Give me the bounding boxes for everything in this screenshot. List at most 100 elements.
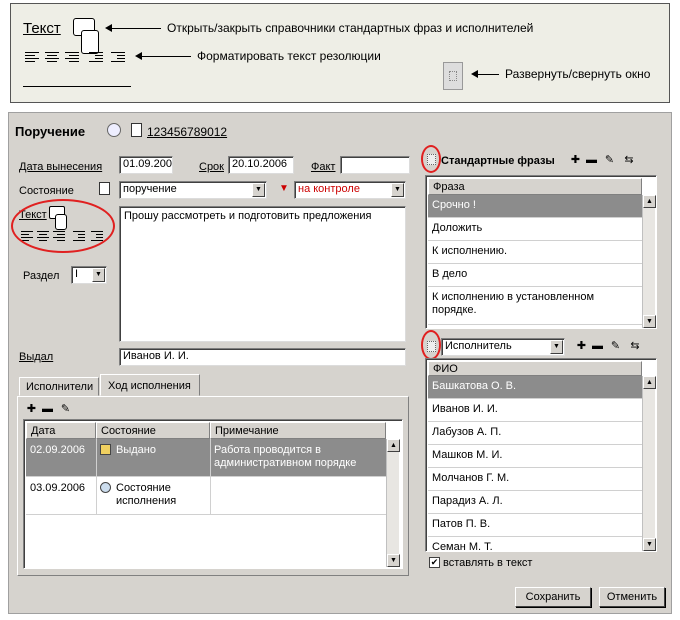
chevron-down-icon[interactable]: ▼ [550,340,563,354]
legend-underline [23,86,131,87]
list-item[interactable]: Парадиз А. Л. [428,491,642,514]
scroll-up-icon[interactable]: ▲ [643,195,656,208]
section-select[interactable]: I ▼ [71,266,107,284]
scroll-up-icon[interactable]: ▲ [387,439,400,452]
issue-date-value: 01.09.2006 [123,158,173,170]
insert-in-text-label: вставлять в текст [443,557,533,569]
remove-icon[interactable]: ▬ [591,340,604,353]
state-select[interactable]: поручение ▼ [119,181,267,199]
outdent-icon [89,50,103,62]
due-label: Срок [199,161,224,173]
page-title: Поручение [15,124,86,139]
list-item[interactable]: Патов П. В. [428,514,642,537]
phrases-title: Стандартные фразы [441,155,555,167]
remove-icon[interactable]: ▬ [41,403,54,416]
sort-icon[interactable]: ⇆ [627,340,643,353]
list-item[interactable]: Машков М. И. [428,445,642,468]
fact-field[interactable] [340,156,410,174]
resolution-text: Прошу рассмотреть и подготовить предложе… [124,210,372,222]
section-select-value: I [75,268,79,280]
cancel-button[interactable]: Отменить [599,587,665,607]
row-state: Выдано [116,444,156,456]
row-date: 02.09.2006 [30,444,86,456]
scroll-down-icon[interactable]: ▼ [643,538,656,551]
flag-icon: ▼ [279,183,289,194]
align-center-icon [45,50,59,62]
scroll-down-icon[interactable]: ▼ [387,554,400,567]
column-header[interactable]: Фраза [428,178,642,195]
list-item[interactable]: Семан М. Т. [428,537,642,551]
issue-date-field[interactable]: 01.09.2006 [119,156,173,174]
scrollbar[interactable]: ▲ ▼ [642,195,656,328]
column-divider [210,439,211,515]
list-item[interactable]: Башкатова О. В. [428,376,642,399]
chevron-down-icon[interactable]: ▼ [252,183,265,197]
progress-table: Дата Состояние Примечание 02.09.2006 Выд… [23,419,403,569]
doc-number-link[interactable]: 123456789012 [147,125,227,139]
list-item[interactable]: Иванов И. И. [428,399,642,422]
control-select-value: на контроле [298,183,360,195]
chevron-down-icon[interactable]: ▼ [92,268,105,282]
list-item[interactable]: В дело [428,264,642,287]
save-button-label: Сохранить [525,591,581,603]
scrollbar[interactable]: ▲ ▼ [642,376,656,551]
edit-record-icon[interactable]: ✎ [609,340,622,353]
sort-icon[interactable]: ⇆ [621,154,637,167]
arrow-line [141,56,191,57]
issued-field[interactable]: Иванов И. И. [119,348,406,366]
document-icon [131,123,142,137]
row-date: 03.09.2006 [30,482,86,494]
add-icon[interactable]: ✚ [25,403,38,416]
highlight-ellipse [421,145,441,173]
edit-icon[interactable] [107,123,121,137]
edit-record-icon[interactable]: ✎ [603,154,616,167]
column-header[interactable]: Состояние [96,422,210,439]
table-row[interactable]: 03.09.2006 Состояние исполнения [26,477,386,515]
state-label: Состояние [19,185,74,197]
row-state: Состояние исполнения [116,482,177,507]
align-left-icon [25,50,39,62]
chevron-down-icon[interactable]: ▼ [391,183,404,197]
status-icon [100,444,111,455]
control-select[interactable]: на контроле ▼ [294,181,406,199]
legend-expand-window: Развернуть/свернуть окно [505,67,651,81]
phrases-list: Фраза Срочно ! Доложить К исполнению. В … [425,175,657,329]
indent-icon [111,50,125,62]
column-divider [96,439,97,515]
assignment-form: Поручение 123456789012 Дата вынесения 01… [8,112,672,614]
add-icon[interactable]: ✚ [569,154,582,167]
column-header[interactable]: Примечание [210,422,386,439]
tab-executors[interactable]: Исполнители [19,377,99,396]
column-header[interactable]: Дата [26,422,96,439]
due-date-field[interactable]: 20.10.2006 [228,156,294,174]
scroll-down-icon[interactable]: ▼ [643,315,656,328]
row-note: Работа проводится в административном пор… [214,444,357,469]
tab-progress-label: Ход исполнения [108,380,191,392]
remove-icon[interactable]: ▬ [585,154,598,167]
tab-executors-label: Исполнители [26,381,94,393]
fact-label: Факт [311,161,336,173]
legend-toggle-refs: Открыть/закрыть справочники стандартных … [167,21,534,35]
edit-record-icon[interactable]: ✎ [59,403,72,416]
list-item[interactable]: Молчанов Г. М. [428,468,642,491]
list-item[interactable]: Доложить [428,218,642,241]
list-item[interactable]: Лабузов А. П. [428,422,642,445]
save-button[interactable]: Сохранить [515,587,591,607]
column-header[interactable]: ФИО [428,361,642,376]
progress-icon [100,482,111,493]
scroll-up-icon[interactable]: ▲ [643,376,656,389]
scrollbar[interactable]: ▲ ▼ [386,439,400,567]
due-date-value: 20.10.2006 [232,158,288,170]
list-item[interactable]: К исполнению в установленном порядке. [428,287,642,325]
tab-progress[interactable]: Ход исполнения [100,374,200,396]
table-row[interactable]: 02.09.2006 Выдано Работа проводится в ад… [26,439,386,477]
highlight-ellipse [421,330,441,360]
highlight-ellipse [11,199,115,253]
resolution-textarea[interactable]: Прошу рассмотреть и подготовить предложе… [119,206,406,342]
add-icon[interactable]: ✚ [575,340,588,353]
list-item[interactable]: К исполнению. [428,241,642,264]
align-right-icon [65,50,79,62]
executor-type-select[interactable]: Исполнитель ▼ [441,338,565,356]
list-item[interactable]: Срочно ! [428,195,642,218]
insert-in-text-checkbox[interactable]: ✔ [429,557,440,568]
